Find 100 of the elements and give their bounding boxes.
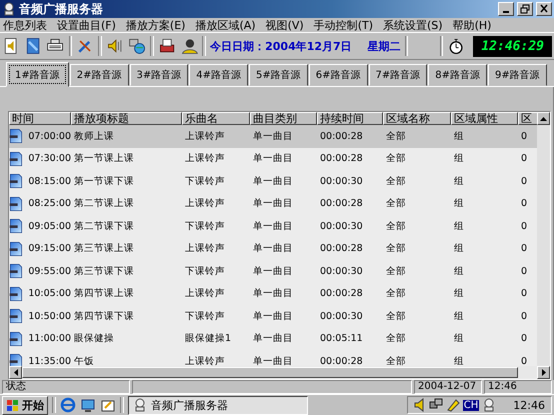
tab[interactable]: 5#路音源 xyxy=(249,64,308,86)
table-cell-text: 09:05:00 xyxy=(27,220,71,232)
table-row[interactable]: 09:15:00 第三节课上课 上课铃声 单一曲目 00:00:28 全部 组 0 xyxy=(9,238,537,260)
column-header[interactable]: 播放项标题 xyxy=(71,112,182,125)
table-row[interactable]: 07:00:00 教师上课 上课铃声 单一曲目 00:00:28 全部 组 0 xyxy=(9,125,537,148)
table-cell-text: 11:00:00 xyxy=(27,333,71,344)
table-cell-text: 07:00:00 xyxy=(27,130,71,142)
minimize-icon xyxy=(503,10,509,12)
table-row[interactable]: 08:15:00 第一节课下课 下课铃声 单一曲目 00:00:30 全部 组 0 xyxy=(9,170,537,192)
browser-icon[interactable] xyxy=(60,397,76,413)
tab[interactable]: 6#路音源 xyxy=(308,64,368,86)
tab[interactable]: 2#路音源 xyxy=(70,64,128,86)
table-row[interactable]: 11:35:00 午饭 上课铃声 单一曲目 00:00:28 全部 组 0 xyxy=(9,350,537,366)
table-cell-text: 0 xyxy=(520,220,528,232)
left-arrow-icon xyxy=(14,369,18,376)
menu-item[interactable]: 系统设置(S) xyxy=(383,18,443,32)
table-cell-text: 0 xyxy=(520,153,528,164)
column-header[interactable]: 乐曲名 xyxy=(182,112,250,125)
tab[interactable]: 9#路音源 xyxy=(488,64,547,86)
tab[interactable]: 1#路音源 xyxy=(6,62,69,87)
table-cell-text: 07:30:00 xyxy=(27,153,71,164)
restore-button[interactable] xyxy=(517,2,533,16)
table-cell-text: 全部 xyxy=(385,287,407,300)
speaker-icon[interactable] xyxy=(414,398,426,412)
menu-item[interactable]: 作息列表 xyxy=(3,18,47,32)
menu-item[interactable]: 播放区域(A) xyxy=(195,18,256,32)
table-cell-text: 单一曲目 xyxy=(252,354,294,366)
minimize-button[interactable] xyxy=(498,2,514,16)
table-row[interactable]: 09:05:00 第二节课下课 下课铃声 单一曲目 00:00:30 全部 组 0 xyxy=(9,215,537,238)
table-row[interactable]: 10:05:00 第四节课上课 上课铃声 单一曲目 00:00:28 全部 组 0 xyxy=(9,282,537,305)
input-method-indicator[interactable]: CH xyxy=(462,400,480,410)
table-cell-text: 单一曲目 xyxy=(252,220,294,233)
table-cell-text: 0 xyxy=(520,310,528,322)
table-row[interactable]: 07:30:00 第一节课上课 上课铃声 单一曲目 00:00:28 全部 组 0 xyxy=(9,148,537,170)
menu-item[interactable]: 设置曲目(F) xyxy=(57,18,116,32)
table-cell-text: 上课铃声 xyxy=(184,197,226,210)
table-cell-text: 全部 xyxy=(385,242,407,256)
table-cell-text: 组 xyxy=(453,332,465,346)
table-cell-text: 单一曲目 xyxy=(252,174,294,188)
column-header[interactable]: 时间 xyxy=(9,112,71,125)
table-row[interactable]: 09:55:00 第三节课下课 下课铃声 单一曲目 00:00:30 全部 组 0 xyxy=(9,260,537,282)
table-cell-text: 00:00:30 xyxy=(319,310,364,322)
table-cell-text: 下课铃声 xyxy=(184,310,226,323)
desktop-icon[interactable] xyxy=(80,397,96,413)
scroll-right-button[interactable] xyxy=(537,366,550,379)
document-icon[interactable] xyxy=(24,35,42,57)
table-cell-text: 第一节课上课 xyxy=(73,152,135,166)
taskbar-button[interactable]: 音频广播服务器 xyxy=(128,396,308,414)
table-row[interactable]: 08:25:00 第二节课上课 上课铃声 单一曲目 00:00:28 全部 组 0 xyxy=(9,192,537,215)
scroll-left-button[interactable] xyxy=(9,366,22,379)
table-cell-text: 全部 xyxy=(385,264,407,278)
menu-item[interactable]: 帮助(H) xyxy=(452,18,492,32)
table-cell-text: 下课铃声 xyxy=(184,264,226,278)
table-cell-text: 单一曲目 xyxy=(252,130,294,143)
tab[interactable]: 3#路音源 xyxy=(130,64,188,86)
table-row[interactable]: 11:00:00 眼保健操 眼保健操1 单一曲目 00:05:11 全部 组 0 xyxy=(9,328,537,350)
table-cell-text: 11:35:00 xyxy=(27,356,71,366)
table-cell-text: 00:00:28 xyxy=(319,198,364,210)
column-header[interactable]: 持续时间 xyxy=(317,112,383,125)
column-header[interactable]: 曲目类别 xyxy=(250,112,317,125)
table-cell-text: 组 xyxy=(453,287,465,300)
tab[interactable]: 4#路音源 xyxy=(189,64,248,86)
status-text: 状态 xyxy=(2,380,130,394)
table-cell-text: 午饭 xyxy=(73,354,95,366)
start-button[interactable]: 开始 xyxy=(2,396,48,414)
menu-item[interactable]: 视图(V) xyxy=(266,18,304,32)
close-button[interactable] xyxy=(536,2,552,16)
table-cell-text: 第二节课上课 xyxy=(73,197,135,210)
table-cell-text: 眼保健操1 xyxy=(184,332,232,346)
table-cell-text: 单一曲目 xyxy=(252,332,294,346)
table-cell-text: 00:00:28 xyxy=(319,356,364,366)
tab[interactable]: 7#路音源 xyxy=(368,64,428,86)
table-cell-text: 00:05:11 xyxy=(319,333,364,344)
scroll-up-button[interactable] xyxy=(537,112,550,125)
table-cell-text: 全部 xyxy=(385,130,407,143)
column-header[interactable]: 区域属性 xyxy=(451,112,518,125)
table-cell-text: 组 xyxy=(453,242,465,256)
table-cell-text: 上课铃声 xyxy=(184,287,226,300)
table-cell-text: 08:15:00 xyxy=(27,176,71,187)
table-cell-text: 单一曲目 xyxy=(252,242,294,256)
table-cell-text: 全部 xyxy=(385,197,407,210)
column-header[interactable]: 区域名称 xyxy=(383,112,451,125)
pencil-icon[interactable] xyxy=(446,398,460,412)
table-cell-text: 上课铃声 xyxy=(184,130,226,143)
close-icon xyxy=(539,4,549,14)
table-cell-text: 组 xyxy=(453,197,465,210)
right-arrow-icon xyxy=(542,369,546,376)
status-date: 2004-12-07 xyxy=(414,380,482,394)
table-cell-text: 00:00:28 xyxy=(319,243,364,254)
table-cell-text: 0 xyxy=(520,356,528,366)
table-row[interactable]: 10:50:00 第四节课下课 下课铃声 单一曲目 00:00:30 全部 组 0 xyxy=(9,305,537,328)
taskbar-clock: 12:46 xyxy=(513,398,545,412)
menu-item[interactable]: 手动控制(T) xyxy=(314,18,373,32)
table-cell-text: 全部 xyxy=(385,220,407,233)
scrollbar-thumb[interactable] xyxy=(22,367,518,378)
menu-item[interactable]: 播放方案(E) xyxy=(126,18,186,32)
status-time: 12:46 xyxy=(484,380,552,394)
table-cell-text: 0 xyxy=(520,198,528,210)
tab[interactable]: 8#路音源 xyxy=(428,64,487,86)
table-cell-text: 下课铃声 xyxy=(184,174,226,188)
